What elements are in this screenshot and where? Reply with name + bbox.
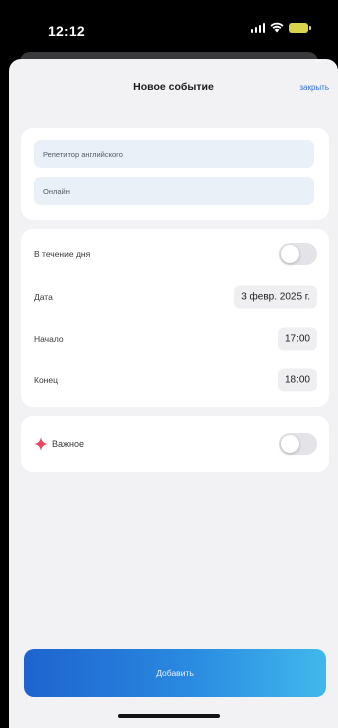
- phone-screen: 12:12 Новое событие закрыть В течение дн: [0, 0, 338, 728]
- status-icons: [250, 22, 311, 33]
- sheet-header: Новое событие закрыть: [9, 59, 338, 115]
- toggle-knob: [281, 245, 299, 263]
- sheet-title: Новое событие: [133, 81, 214, 93]
- schedule-card: В течение дня Дата 3 февр. 2025 г. Начал…: [21, 229, 329, 407]
- add-event-button[interactable]: Добавить: [24, 649, 326, 697]
- end-time-label: Конец: [34, 375, 58, 385]
- sparkle-icon: [34, 437, 48, 451]
- status-time: 12:12: [48, 23, 85, 39]
- toggle-knob: [281, 435, 299, 453]
- event-details-card: [21, 128, 329, 220]
- event-title-field[interactable]: [34, 140, 314, 168]
- date-label: Дата: [34, 292, 53, 302]
- battery-icon: [289, 22, 311, 33]
- close-button[interactable]: закрыть: [299, 83, 329, 92]
- start-time-row: Начало 17:00: [21, 319, 329, 359]
- end-time-picker[interactable]: 18:00: [277, 368, 317, 392]
- wifi-icon: [270, 22, 284, 33]
- new-event-sheet: Новое событие закрыть В течение дня Дата…: [9, 59, 338, 728]
- important-label: Важное: [52, 439, 85, 449]
- important-row: Важное: [21, 416, 329, 472]
- status-bar: 12:12: [0, 0, 338, 58]
- date-picker[interactable]: 3 февр. 2025 г.: [234, 285, 317, 309]
- important-card: Важное: [21, 416, 329, 472]
- all-day-label: В течение дня: [34, 249, 91, 259]
- all-day-row: В течение дня: [21, 234, 329, 274]
- event-location-field[interactable]: [34, 177, 314, 205]
- signal-icon: [250, 22, 265, 33]
- all-day-toggle[interactable]: [279, 243, 317, 265]
- important-toggle[interactable]: [279, 433, 317, 455]
- home-indicator: [118, 714, 220, 718]
- start-time-label: Начало: [34, 334, 64, 344]
- date-row: Дата 3 февр. 2025 г.: [21, 277, 329, 317]
- end-time-row: Конец 18:00: [21, 360, 329, 400]
- start-time-picker[interactable]: 17:00: [277, 327, 317, 351]
